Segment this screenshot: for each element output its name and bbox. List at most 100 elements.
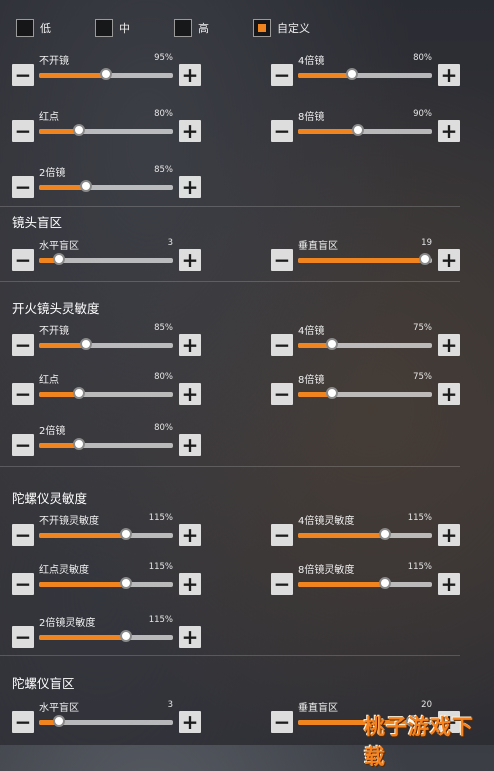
- slider-track[interactable]: [39, 576, 173, 589]
- slider-value: 20: [421, 700, 432, 710]
- slider-handle[interactable]: [100, 67, 112, 80]
- minus-icon: −: [273, 523, 291, 547]
- increase-button[interactable]: +: [179, 176, 201, 198]
- slider-label: 红点灵敏度: [39, 565, 89, 576]
- slider-label: 2倍镜灵敏度: [39, 618, 96, 629]
- increase-button[interactable]: +: [179, 524, 201, 546]
- slider-track[interactable]: [39, 437, 173, 450]
- slider-track[interactable]: [298, 252, 432, 265]
- slider-track[interactable]: [39, 629, 173, 642]
- slider-handle[interactable]: [379, 576, 391, 589]
- section-title-camera-deadzone: 镜头盲区: [12, 215, 63, 230]
- slider-track[interactable]: [298, 67, 432, 80]
- decrease-button[interactable]: −: [271, 383, 293, 405]
- increase-button[interactable]: +: [179, 711, 201, 733]
- increase-button[interactable]: +: [179, 626, 201, 648]
- increase-button[interactable]: +: [438, 383, 460, 405]
- decrease-button[interactable]: −: [12, 626, 34, 648]
- slider-track[interactable]: [39, 179, 173, 192]
- decrease-button[interactable]: −: [12, 383, 34, 405]
- slider-handle[interactable]: [73, 386, 85, 399]
- slider-track[interactable]: [39, 337, 173, 350]
- increase-button[interactable]: +: [179, 434, 201, 456]
- increase-button[interactable]: +: [179, 249, 201, 271]
- increase-button[interactable]: +: [438, 249, 460, 271]
- slider-track[interactable]: [39, 714, 173, 727]
- preset-medium[interactable]: 中: [95, 19, 130, 37]
- decrease-button[interactable]: −: [271, 711, 293, 733]
- slider-handle[interactable]: [120, 576, 132, 589]
- slider-fill: [298, 258, 425, 263]
- slider-value: 95%: [154, 53, 173, 63]
- slider-track[interactable]: [298, 576, 432, 589]
- slider-track[interactable]: [39, 67, 173, 80]
- decrease-button[interactable]: −: [12, 573, 34, 595]
- decrease-button[interactable]: −: [271, 573, 293, 595]
- minus-icon: −: [273, 710, 291, 734]
- slider-track[interactable]: [39, 527, 173, 540]
- section-divider: [0, 655, 460, 656]
- increase-button[interactable]: +: [179, 383, 201, 405]
- slider-track[interactable]: [39, 252, 173, 265]
- decrease-button[interactable]: −: [271, 524, 293, 546]
- slider-track[interactable]: [39, 123, 173, 136]
- slider-handle[interactable]: [53, 252, 65, 265]
- slider-handle[interactable]: [352, 123, 364, 136]
- slider-handle[interactable]: [53, 714, 65, 727]
- slider-label: 垂直盲区: [298, 241, 338, 252]
- decrease-button[interactable]: −: [271, 334, 293, 356]
- decrease-button[interactable]: −: [12, 249, 34, 271]
- increase-button[interactable]: +: [179, 120, 201, 142]
- decrease-button[interactable]: −: [12, 434, 34, 456]
- increase-button[interactable]: +: [438, 524, 460, 546]
- preset-medium-label: 中: [119, 22, 130, 35]
- increase-button[interactable]: +: [438, 120, 460, 142]
- slider-handle[interactable]: [80, 337, 92, 350]
- slider-handle[interactable]: [419, 252, 431, 265]
- slider-track[interactable]: [298, 123, 432, 136]
- preset-medium-checkbox[interactable]: [95, 19, 113, 37]
- preset-low-checkbox[interactable]: [16, 19, 34, 37]
- preset-custom-checkbox[interactable]: [253, 19, 271, 37]
- slider-handle[interactable]: [379, 527, 391, 540]
- decrease-button[interactable]: −: [12, 334, 34, 356]
- preset-high-label: 高: [198, 22, 209, 35]
- slider-handle[interactable]: [73, 123, 85, 136]
- slider-track[interactable]: [298, 527, 432, 540]
- increase-button[interactable]: +: [179, 334, 201, 356]
- decrease-button[interactable]: −: [271, 64, 293, 86]
- decrease-button[interactable]: −: [12, 176, 34, 198]
- slider-label: 不开镜: [39, 56, 69, 67]
- increase-button[interactable]: +: [438, 573, 460, 595]
- increase-button[interactable]: +: [438, 64, 460, 86]
- increase-button[interactable]: +: [438, 334, 460, 356]
- slider-track[interactable]: [298, 337, 432, 350]
- slider-handle[interactable]: [120, 527, 132, 540]
- decrease-button[interactable]: −: [12, 64, 34, 86]
- decrease-button[interactable]: −: [12, 120, 34, 142]
- slider-track[interactable]: [39, 386, 173, 399]
- slider-row: −8倍镜 90% +: [271, 109, 461, 144]
- plus-icon: +: [181, 382, 199, 406]
- slider-handle[interactable]: [326, 386, 338, 399]
- slider-track[interactable]: [298, 386, 432, 399]
- decrease-button[interactable]: −: [271, 120, 293, 142]
- preset-high[interactable]: 高: [174, 19, 209, 37]
- decrease-button[interactable]: −: [271, 249, 293, 271]
- slider-handle[interactable]: [73, 437, 85, 450]
- decrease-button[interactable]: −: [12, 711, 34, 733]
- slider-row: − 红点灵敏度 115% +: [12, 562, 202, 597]
- minus-icon: −: [273, 572, 291, 596]
- slider-row: − 红点 80% +: [12, 372, 202, 407]
- slider-handle[interactable]: [120, 629, 132, 642]
- slider-handle[interactable]: [326, 337, 338, 350]
- slider-handle[interactable]: [346, 67, 358, 80]
- preset-high-checkbox[interactable]: [174, 19, 192, 37]
- increase-button[interactable]: +: [179, 573, 201, 595]
- slider-fill: [298, 582, 385, 587]
- preset-custom[interactable]: 自定义: [253, 19, 310, 37]
- decrease-button[interactable]: −: [12, 524, 34, 546]
- slider-handle[interactable]: [80, 179, 92, 192]
- preset-low[interactable]: 低: [16, 19, 51, 37]
- increase-button[interactable]: +: [179, 64, 201, 86]
